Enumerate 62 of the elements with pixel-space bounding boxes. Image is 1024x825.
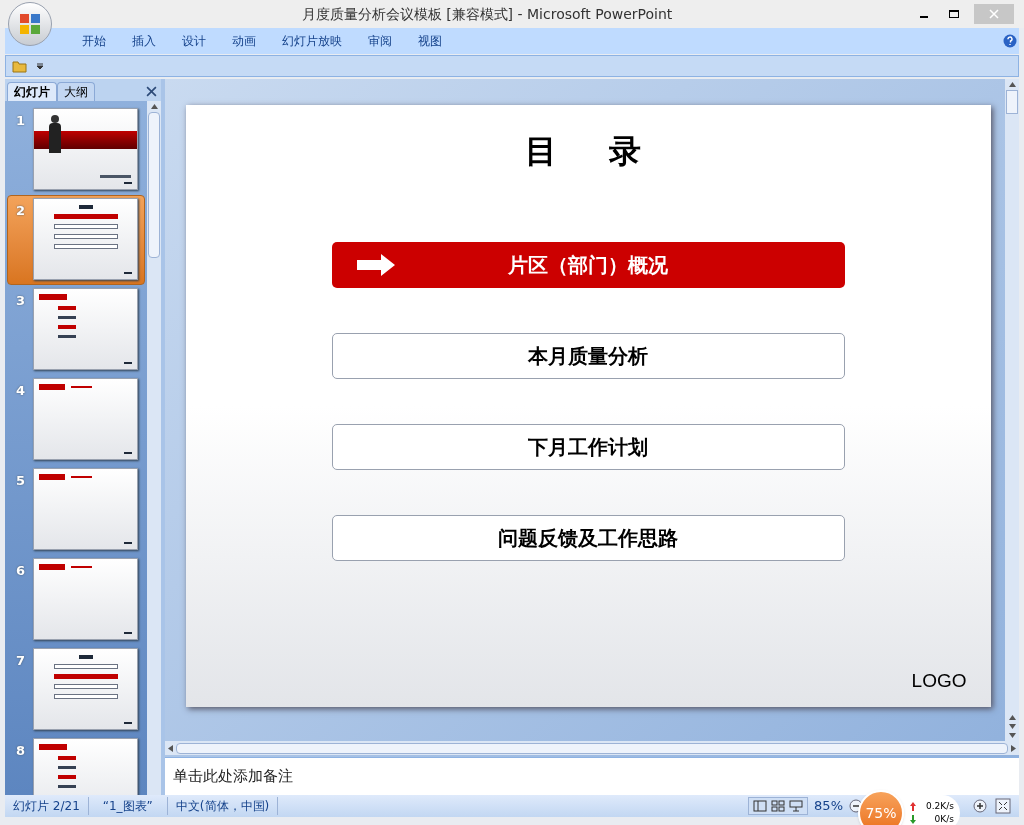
arrow-icon bbox=[356, 254, 395, 276]
agenda-label: 问题反馈及工作思路 bbox=[498, 525, 678, 552]
download-speed: 0K/s bbox=[934, 813, 954, 825]
agenda-label: 本月质量分析 bbox=[528, 343, 648, 370]
slide-number: 8 bbox=[16, 742, 27, 760]
close-icon bbox=[989, 9, 999, 19]
pane-tab[interactable]: 大纲 bbox=[57, 82, 95, 101]
scroll-down-icon[interactable] bbox=[1008, 732, 1016, 739]
slide-number: 1 bbox=[16, 112, 27, 130]
zoom-in-icon[interactable] bbox=[973, 799, 987, 813]
help-icon[interactable] bbox=[1003, 34, 1017, 48]
theme-name: “1_图表” bbox=[88, 797, 168, 815]
slide-count: 幻灯片 2/21 bbox=[5, 797, 89, 815]
zoom-level: 85% bbox=[813, 797, 844, 816]
scroll-up-icon[interactable] bbox=[1008, 81, 1016, 88]
slideshow-icon[interactable] bbox=[789, 800, 804, 812]
agenda-label: 片区（部门）概况 bbox=[508, 252, 668, 279]
office-button[interactable] bbox=[8, 2, 52, 46]
scrollbar[interactable] bbox=[147, 101, 161, 795]
pane-tab[interactable]: 幻灯片 bbox=[7, 82, 57, 101]
upload-speed: 0.2K/s bbox=[926, 800, 954, 813]
scrollbar[interactable] bbox=[165, 741, 1019, 755]
ribbon-tab[interactable]: 插入 bbox=[119, 28, 169, 54]
agenda-label: 下月工作计划 bbox=[528, 434, 648, 461]
scroll-up-icon[interactable] bbox=[150, 103, 158, 110]
scroll-right-icon[interactable] bbox=[1010, 744, 1017, 752]
next-slide-icon[interactable] bbox=[1008, 723, 1016, 730]
scroll-thumb[interactable] bbox=[176, 742, 1008, 754]
scroll-left-icon[interactable] bbox=[167, 744, 174, 752]
office-logo-icon bbox=[18, 12, 42, 36]
language: 中文(简体，中国) bbox=[167, 797, 279, 815]
dropdown-icon[interactable] bbox=[36, 62, 44, 70]
fit-window-icon[interactable] bbox=[995, 798, 1011, 814]
previous-slide-icon[interactable] bbox=[1008, 714, 1016, 721]
percent-text: 75% bbox=[865, 804, 897, 823]
scroll-thumb[interactable] bbox=[148, 112, 160, 258]
zoom-out-icon[interactable] bbox=[849, 799, 863, 813]
notes-input[interactable]: 单击此处添加备注 bbox=[173, 765, 1019, 788]
grid-view-icon[interactable] bbox=[771, 800, 786, 812]
slide-title: 目 录 bbox=[525, 131, 651, 172]
slide-number: 2 bbox=[16, 202, 27, 220]
slide-number: 3 bbox=[16, 292, 27, 310]
ribbon-tab[interactable]: 幻灯片放映 bbox=[269, 28, 355, 54]
close-icon[interactable] bbox=[146, 86, 157, 97]
scrollbar[interactable] bbox=[1005, 79, 1019, 741]
scroll-thumb[interactable] bbox=[1006, 90, 1018, 114]
slide-thumbnail[interactable]: 8 bbox=[7, 735, 145, 795]
slide-number: 5 bbox=[16, 472, 27, 490]
slide-number: 4 bbox=[16, 382, 27, 400]
notes-field[interactable]: 单击此处添加备注 bbox=[165, 757, 1019, 795]
upload-arrow-icon bbox=[910, 802, 916, 811]
ribbon-tab[interactable]: 审阅 bbox=[355, 28, 405, 54]
logo-text: LOGO bbox=[911, 668, 967, 693]
slide-number: 7 bbox=[16, 652, 27, 670]
window-title: 月度质量分析会议模板 [兼容模式] - Microsoft PowerPoint bbox=[301, 4, 673, 24]
normal-view-icon[interactable] bbox=[753, 800, 768, 812]
ribbon-tab[interactable]: 动画 bbox=[219, 28, 269, 54]
ribbon-tab[interactable]: 设计 bbox=[169, 28, 219, 54]
download-arrow-icon bbox=[910, 815, 916, 824]
ribbon-tab[interactable]: 视图 bbox=[405, 28, 455, 54]
ribbon-tab[interactable]: 开始 bbox=[69, 28, 119, 54]
slide-number: 6 bbox=[16, 562, 27, 580]
